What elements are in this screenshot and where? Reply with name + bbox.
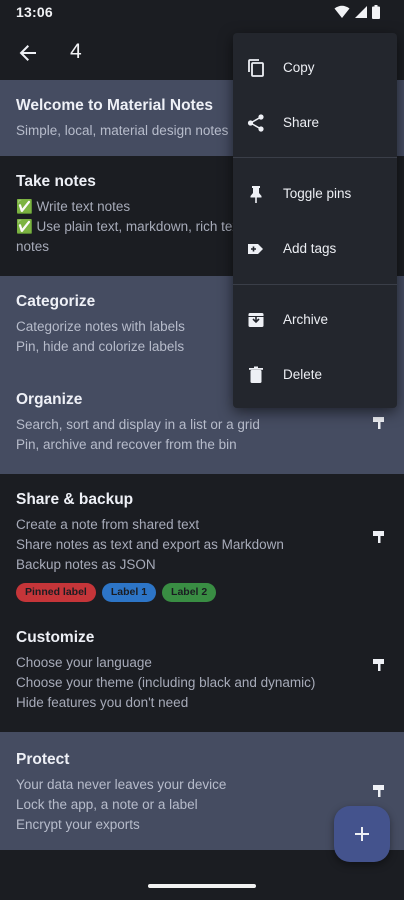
selected-count: 4 xyxy=(70,40,82,63)
menu-divider xyxy=(233,157,397,158)
signal-icon xyxy=(355,6,367,18)
note-labels: Pinned label Label 1 Label 2 xyxy=(16,583,388,602)
note-text-line: Hide features you don't need xyxy=(16,695,189,710)
menu-item-label: Add tags xyxy=(283,241,337,256)
note-title: Protect xyxy=(16,751,70,768)
note-text-line: Share notes as text and export as Markdo… xyxy=(16,537,284,552)
label-add-icon xyxy=(245,238,267,260)
archive-icon xyxy=(245,309,267,331)
menu-item-archive[interactable]: Archive xyxy=(233,292,397,347)
overflow-menu: Copy Share Toggle pins Add tags Archive … xyxy=(233,33,397,408)
menu-item-label: Toggle pins xyxy=(283,186,352,201)
status-bar: 13:06 xyxy=(0,0,404,28)
note-text-line: Create a note from shared text xyxy=(16,517,200,532)
note-title: Customize xyxy=(16,629,95,646)
pin-icon xyxy=(373,785,384,797)
pin-icon xyxy=(373,659,384,671)
menu-item-add-tags[interactable]: Add tags xyxy=(233,221,397,276)
add-note-button[interactable] xyxy=(334,806,390,862)
share-icon xyxy=(245,112,267,134)
menu-item-label: Share xyxy=(283,115,320,130)
status-time: 13:06 xyxy=(16,4,53,20)
note-card[interactable]: Customize Choose your language Choose yo… xyxy=(0,612,404,732)
menu-item-toggle-pins[interactable]: Toggle pins xyxy=(233,166,397,221)
note-text-line: Backup notes as JSON xyxy=(16,557,156,572)
status-icons xyxy=(334,5,380,19)
note-text-line: Choose your language xyxy=(16,655,152,670)
menu-divider xyxy=(233,284,397,285)
menu-item-label: Archive xyxy=(283,312,329,327)
note-text-line: Pin, archive and recover from the bin xyxy=(16,437,237,452)
pin-icon xyxy=(373,531,384,543)
menu-item-share[interactable]: Share xyxy=(233,95,397,150)
label-chip: Pinned label xyxy=(16,583,96,602)
delete-icon xyxy=(245,364,267,386)
note-text-line: Search, sort and display in a list or a … xyxy=(16,417,260,432)
note-text-line: Encrypt your exports xyxy=(16,817,140,832)
wifi-icon xyxy=(334,5,350,18)
arrow-back-icon xyxy=(19,45,36,61)
note-text-line: Lock the app, a note or a label xyxy=(16,797,198,812)
label-chip: Label 2 xyxy=(162,583,217,602)
label-chip: Label 1 xyxy=(101,583,157,602)
add-icon xyxy=(355,827,369,841)
note-text-line: Your data never leaves your device xyxy=(16,777,227,792)
battery-icon xyxy=(372,5,380,19)
gesture-navigation-handle[interactable] xyxy=(148,884,256,888)
pin-icon xyxy=(373,417,384,429)
menu-item-label: Delete xyxy=(283,367,323,382)
pin-icon xyxy=(245,183,267,205)
note-card[interactable]: Share & backup Create a note from shared… xyxy=(0,474,404,612)
note-title: Share & backup xyxy=(16,491,134,508)
back-button[interactable] xyxy=(14,39,42,67)
copy-icon xyxy=(245,57,267,79)
menu-item-delete[interactable]: Delete xyxy=(233,347,397,402)
menu-item-copy[interactable]: Copy xyxy=(233,40,397,95)
note-text-line: Choose your theme (including black and d… xyxy=(16,675,316,690)
menu-item-label: Copy xyxy=(283,60,315,75)
